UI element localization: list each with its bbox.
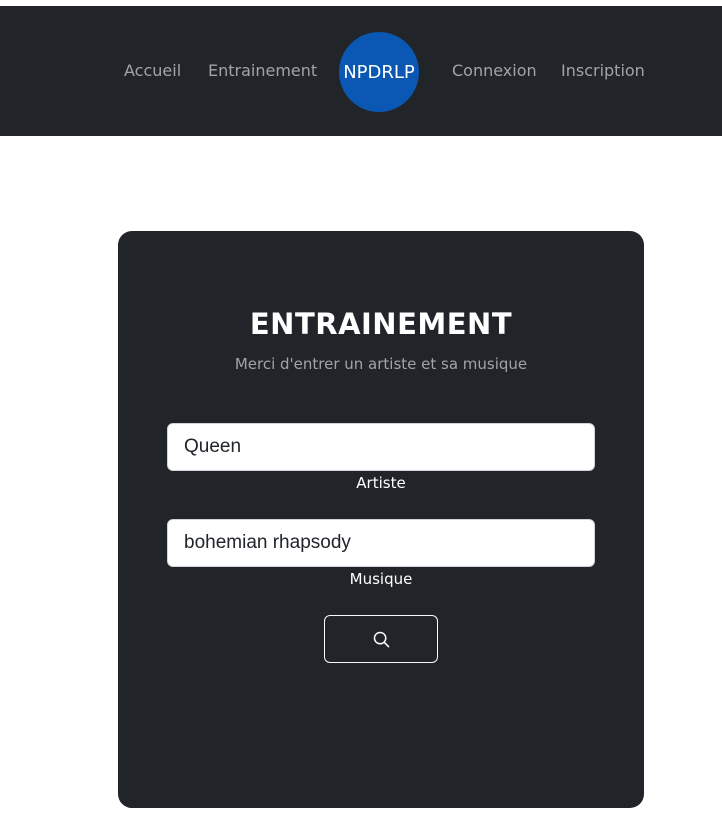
nav-link-connexion[interactable]: Connexion (452, 62, 537, 80)
music-input[interactable] (167, 519, 595, 567)
training-card: ENTRAINEMENT Merci d'entrer un artiste e… (118, 231, 644, 808)
artist-input[interactable] (167, 423, 595, 471)
navbar: Accueil Entrainement NPDRLP Connexion In… (0, 6, 722, 136)
music-label: Musique (349, 570, 413, 588)
artist-label: Artiste (356, 474, 406, 492)
page-title: ENTRAINEMENT (249, 307, 513, 341)
search-button[interactable] (324, 615, 438, 663)
nav-link-inscription[interactable]: Inscription (561, 62, 645, 80)
site-logo[interactable]: NPDRLP (339, 32, 419, 112)
nav-link-entrainement[interactable]: Entrainement (208, 62, 317, 80)
page-subtitle: Merci d'entrer un artiste et sa musique (234, 355, 528, 373)
nav-link-accueil[interactable]: Accueil (124, 62, 181, 80)
search-icon (373, 631, 390, 648)
